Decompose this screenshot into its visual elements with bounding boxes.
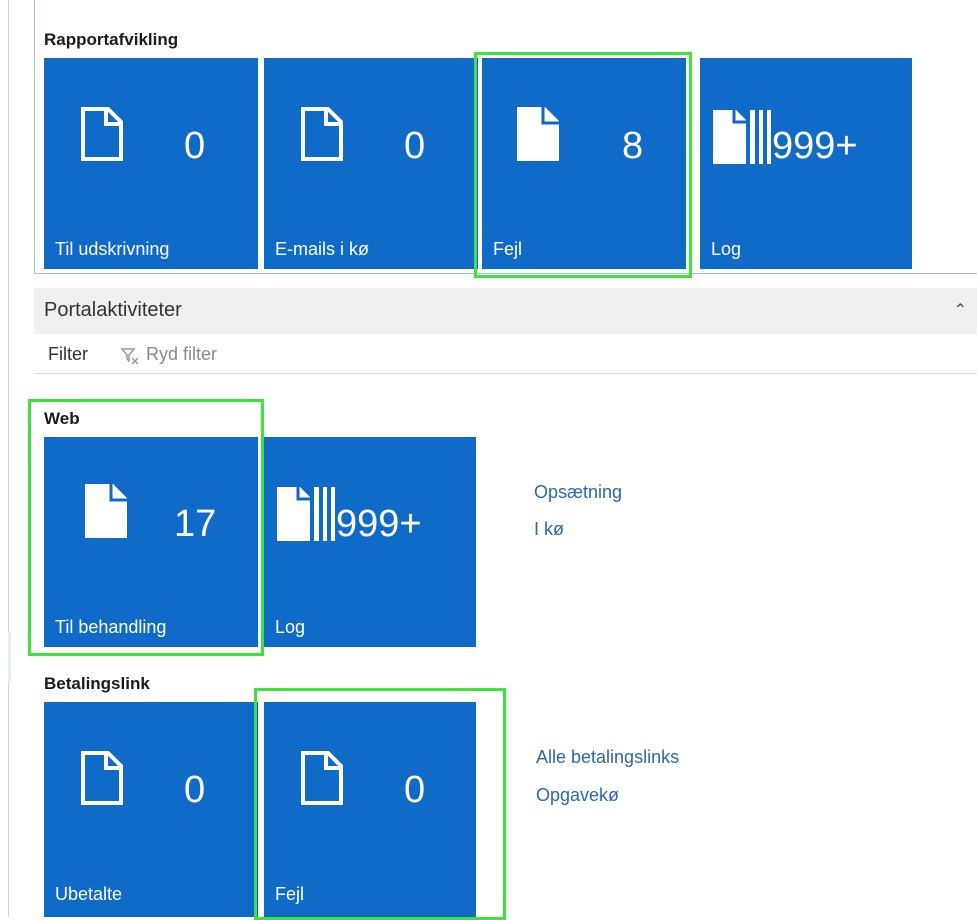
tile-count: 17	[174, 503, 217, 545]
document-outline-icon	[81, 751, 123, 805]
tile-count: 999+	[772, 125, 858, 167]
payment-group-title: Betalingslink	[44, 674, 150, 693]
tile-report-fejl[interactable]: 8 Fejl	[482, 58, 686, 269]
tile-count: 999+	[336, 503, 422, 545]
clear-filter-icon	[120, 348, 139, 365]
tile-label: Til udskrivning	[55, 239, 170, 259]
clear-filter-label: Ryd filter	[146, 344, 218, 364]
document-filled-icon	[517, 107, 559, 161]
tile-count: 0	[184, 769, 206, 811]
tile-payment-fejl[interactable]: 0 Fejl	[264, 702, 476, 917]
document-stack-icon	[713, 110, 771, 164]
tile-ubetalte[interactable]: 0 Ubetalte	[44, 702, 258, 917]
portal-section-header[interactable]: Portalaktiviteter ⌃	[34, 288, 977, 334]
document-outline-icon	[81, 107, 123, 161]
left-border	[8, 0, 9, 917]
tile-til-udskrivning[interactable]: 0 Til udskrivning	[44, 58, 258, 269]
tile-label: Ubetalte	[55, 884, 123, 904]
link-i-koe[interactable]: I kø	[534, 519, 564, 540]
tile-til-behandling[interactable]: 17 Til behandling	[44, 437, 258, 647]
portal-section-title: Portalaktiviteter	[44, 299, 182, 321]
document-stack-icon	[277, 487, 335, 541]
link-alle-betalingslinks[interactable]: Alle betalingslinks	[536, 747, 679, 768]
tile-label: Log	[711, 239, 742, 259]
link-opsaetning[interactable]: Opsætning	[534, 482, 622, 503]
tile-count: 8	[622, 125, 644, 167]
left-border-marker	[8, 632, 11, 682]
link-opgavekoe[interactable]: Opgavekø	[536, 785, 619, 806]
web-group-title: Web	[44, 409, 80, 428]
tile-report-log[interactable]: 999+ Log	[700, 58, 912, 269]
tile-label: Til behandling	[55, 617, 167, 637]
tile-web-log[interactable]: 999+ Log	[264, 437, 476, 647]
tile-label: E-mails i kø	[275, 239, 369, 259]
tile-label: Fejl	[275, 884, 305, 904]
filter-bar: Filter Ryd filter	[34, 334, 977, 374]
tile-count: 0	[404, 769, 426, 811]
chevron-up-icon[interactable]: ⌃	[954, 300, 967, 320]
report-group-title: Rapportafvikling	[44, 30, 179, 49]
filter-button[interactable]: Filter	[48, 344, 88, 365]
tile-label: Fejl	[493, 239, 523, 259]
tile-label: Log	[275, 617, 306, 637]
document-filled-icon	[85, 484, 127, 538]
document-outline-icon	[301, 751, 343, 805]
document-outline-icon	[301, 107, 343, 161]
tile-count: 0	[404, 125, 426, 167]
clear-filter-button[interactable]: Ryd filter	[120, 344, 218, 365]
tile-emails-i-koe[interactable]: 0 E-mails i kø	[264, 58, 478, 269]
tile-count: 0	[184, 125, 206, 167]
